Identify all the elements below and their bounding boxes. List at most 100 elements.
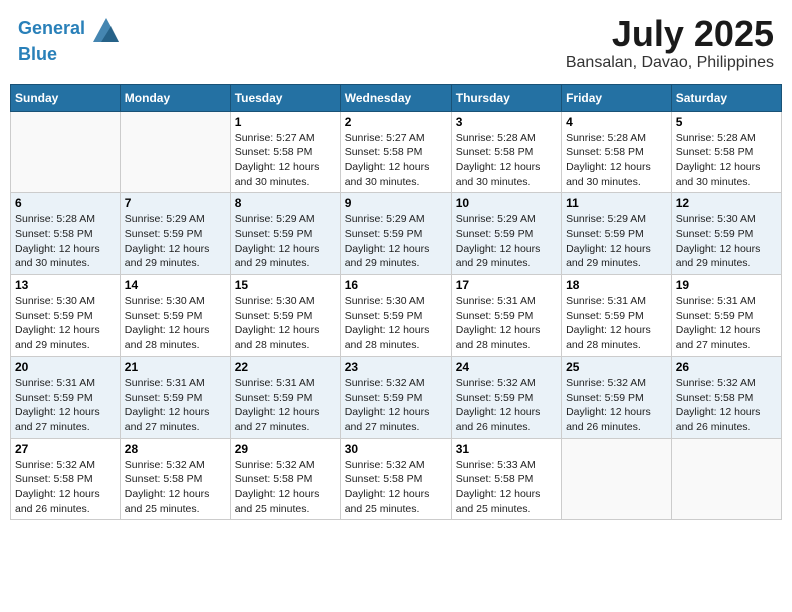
calendar-cell: 25 Sunrise: 5:32 AMSunset: 5:59 PMDayligh… xyxy=(562,356,672,438)
day-number: 16 xyxy=(345,278,447,292)
day-number: 1 xyxy=(235,115,336,129)
logo-blue-text: Blue xyxy=(18,44,121,66)
day-info: Sunrise: 5:32 AMSunset: 5:59 PMDaylight:… xyxy=(345,376,447,435)
calendar-cell: 27 Sunrise: 5:32 AMSunset: 5:58 PMDayligh… xyxy=(11,438,121,520)
calendar-week-row: 6 Sunrise: 5:28 AMSunset: 5:58 PMDaylight… xyxy=(11,193,782,275)
calendar-cell: 16 Sunrise: 5:30 AMSunset: 5:59 PMDayligh… xyxy=(340,275,451,357)
day-info: Sunrise: 5:29 AMSunset: 5:59 PMDaylight:… xyxy=(345,212,447,271)
calendar-cell: 1 Sunrise: 5:27 AMSunset: 5:58 PMDaylight… xyxy=(230,111,340,193)
day-info: Sunrise: 5:28 AMSunset: 5:58 PMDaylight:… xyxy=(456,131,557,190)
calendar-cell: 13 Sunrise: 5:30 AMSunset: 5:59 PMDayligh… xyxy=(11,275,121,357)
title-block: July 2025 Bansalan, Davao, Philippines xyxy=(566,14,774,72)
day-info: Sunrise: 5:28 AMSunset: 5:58 PMDaylight:… xyxy=(676,131,777,190)
day-number: 30 xyxy=(345,442,447,456)
day-number: 8 xyxy=(235,196,336,210)
logo: General Blue xyxy=(18,14,121,66)
day-info: Sunrise: 5:31 AMSunset: 5:59 PMDaylight:… xyxy=(566,294,667,353)
calendar-cell: 28Sunrise: 5:32 AMSunset: 5:58 PMDayligh… xyxy=(120,438,230,520)
calendar-cell: 11Sunrise: 5:29 AMSunset: 5:59 PMDayligh… xyxy=(562,193,672,275)
day-number: 9 xyxy=(345,196,447,210)
day-info: Sunrise: 5:32 AMSunset: 5:59 PMDaylight:… xyxy=(566,376,667,435)
day-info: Sunrise: 5:29 AMSunset: 5:59 PMDaylight:… xyxy=(235,212,336,271)
day-info: Sunrise: 5:31 AMSunset: 5:59 PMDaylight:… xyxy=(15,376,116,435)
calendar-cell: 29 Sunrise: 5:32 AMSunset: 5:58 PMDayligh… xyxy=(230,438,340,520)
day-number: 14 xyxy=(125,278,226,292)
calendar-header-sunday: Sunday xyxy=(11,84,121,111)
day-number: 5 xyxy=(676,115,777,129)
calendar-header-monday: Monday xyxy=(120,84,230,111)
calendar-cell: 6 Sunrise: 5:28 AMSunset: 5:58 PMDaylight… xyxy=(11,193,121,275)
calendar-cell: 8 Sunrise: 5:29 AMSunset: 5:59 PMDaylight… xyxy=(230,193,340,275)
calendar-cell: 26 Sunrise: 5:32 AMSunset: 5:58 PMDayligh… xyxy=(671,356,781,438)
day-number: 26 xyxy=(676,360,777,374)
month-title: July 2025 xyxy=(566,14,774,54)
day-info: Sunrise: 5:32 AMSunset: 5:58 PMDaylight:… xyxy=(235,458,336,517)
calendar-table: SundayMondayTuesdayWednesdayThursdayFrid… xyxy=(10,84,782,521)
calendar-header-saturday: Saturday xyxy=(671,84,781,111)
location-title: Bansalan, Davao, Philippines xyxy=(566,54,774,72)
calendar-cell: 24 Sunrise: 5:32 AMSunset: 5:59 PMDayligh… xyxy=(451,356,561,438)
day-info: Sunrise: 5:31 AMSunset: 5:59 PMDaylight:… xyxy=(456,294,557,353)
day-info: Sunrise: 5:31 AMSunset: 5:59 PMDaylight:… xyxy=(676,294,777,353)
calendar-cell xyxy=(120,111,230,193)
day-info: Sunrise: 5:29 AMSunset: 5:59 PMDaylight:… xyxy=(125,212,226,271)
day-number: 20 xyxy=(15,360,116,374)
calendar-cell: 10Sunrise: 5:29 AMSunset: 5:59 PMDayligh… xyxy=(451,193,561,275)
day-info: Sunrise: 5:27 AMSunset: 5:58 PMDaylight:… xyxy=(345,131,447,190)
day-info: Sunrise: 5:30 AMSunset: 5:59 PMDaylight:… xyxy=(15,294,116,353)
calendar-cell: 23 Sunrise: 5:32 AMSunset: 5:59 PMDayligh… xyxy=(340,356,451,438)
day-number: 27 xyxy=(15,442,116,456)
day-number: 13 xyxy=(15,278,116,292)
calendar-cell: 7 Sunrise: 5:29 AMSunset: 5:59 PMDaylight… xyxy=(120,193,230,275)
day-info: Sunrise: 5:28 AMSunset: 5:58 PMDaylight:… xyxy=(566,131,667,190)
day-number: 7 xyxy=(125,196,226,210)
day-number: 11 xyxy=(566,196,667,210)
calendar-cell: 14 Sunrise: 5:30 AMSunset: 5:59 PMDayligh… xyxy=(120,275,230,357)
day-info: Sunrise: 5:32 AMSunset: 5:58 PMDaylight:… xyxy=(15,458,116,517)
calendar-week-row: 1 Sunrise: 5:27 AMSunset: 5:58 PMDaylight… xyxy=(11,111,782,193)
calendar-cell: 12 Sunrise: 5:30 AMSunset: 5:59 PMDayligh… xyxy=(671,193,781,275)
day-number: 19 xyxy=(676,278,777,292)
page-header: General Blue July 2025 Bansalan, Davao, … xyxy=(10,10,782,76)
day-number: 10 xyxy=(456,196,557,210)
day-number: 23 xyxy=(345,360,447,374)
day-info: Sunrise: 5:30 AMSunset: 5:59 PMDaylight:… xyxy=(125,294,226,353)
day-info: Sunrise: 5:30 AMSunset: 5:59 PMDaylight:… xyxy=(345,294,447,353)
calendar-week-row: 27 Sunrise: 5:32 AMSunset: 5:58 PMDayligh… xyxy=(11,438,782,520)
day-number: 22 xyxy=(235,360,336,374)
calendar-cell: 2 Sunrise: 5:27 AMSunset: 5:58 PMDaylight… xyxy=(340,111,451,193)
day-info: Sunrise: 5:32 AMSunset: 5:58 PMDaylight:… xyxy=(345,458,447,517)
calendar-cell: 30 Sunrise: 5:32 AMSunset: 5:58 PMDayligh… xyxy=(340,438,451,520)
calendar-cell xyxy=(671,438,781,520)
day-info: Sunrise: 5:32 AMSunset: 5:59 PMDaylight:… xyxy=(456,376,557,435)
day-number: 31 xyxy=(456,442,557,456)
day-number: 29 xyxy=(235,442,336,456)
day-number: 6 xyxy=(15,196,116,210)
calendar-cell: 3 Sunrise: 5:28 AMSunset: 5:58 PMDaylight… xyxy=(451,111,561,193)
day-info: Sunrise: 5:30 AMSunset: 5:59 PMDaylight:… xyxy=(676,212,777,271)
calendar-cell: 21Sunrise: 5:31 AMSunset: 5:59 PMDayligh… xyxy=(120,356,230,438)
day-info: Sunrise: 5:27 AMSunset: 5:58 PMDaylight:… xyxy=(235,131,336,190)
day-number: 25 xyxy=(566,360,667,374)
day-number: 17 xyxy=(456,278,557,292)
day-info: Sunrise: 5:28 AMSunset: 5:58 PMDaylight:… xyxy=(15,212,116,271)
calendar-cell: 4 Sunrise: 5:28 AMSunset: 5:58 PMDaylight… xyxy=(562,111,672,193)
calendar-week-row: 13 Sunrise: 5:30 AMSunset: 5:59 PMDayligh… xyxy=(11,275,782,357)
day-number: 3 xyxy=(456,115,557,129)
day-number: 2 xyxy=(345,115,447,129)
day-number: 12 xyxy=(676,196,777,210)
calendar-cell: 22Sunrise: 5:31 AMSunset: 5:59 PMDayligh… xyxy=(230,356,340,438)
calendar-cell: 5 Sunrise: 5:28 AMSunset: 5:58 PMDaylight… xyxy=(671,111,781,193)
calendar-cell: 19 Sunrise: 5:31 AMSunset: 5:59 PMDayligh… xyxy=(671,275,781,357)
logo-text: General xyxy=(18,18,85,40)
day-info: Sunrise: 5:33 AMSunset: 5:58 PMDaylight:… xyxy=(456,458,557,517)
calendar-cell: 20 Sunrise: 5:31 AMSunset: 5:59 PMDayligh… xyxy=(11,356,121,438)
day-info: Sunrise: 5:32 AMSunset: 5:58 PMDaylight:… xyxy=(676,376,777,435)
day-info: Sunrise: 5:31 AMSunset: 5:59 PMDaylight:… xyxy=(125,376,226,435)
calendar-week-row: 20 Sunrise: 5:31 AMSunset: 5:59 PMDayligh… xyxy=(11,356,782,438)
day-number: 4 xyxy=(566,115,667,129)
calendar-cell xyxy=(11,111,121,193)
day-number: 24 xyxy=(456,360,557,374)
day-info: Sunrise: 5:32 AMSunset: 5:58 PMDaylight:… xyxy=(125,458,226,517)
calendar-cell: 17 Sunrise: 5:31 AMSunset: 5:59 PMDayligh… xyxy=(451,275,561,357)
